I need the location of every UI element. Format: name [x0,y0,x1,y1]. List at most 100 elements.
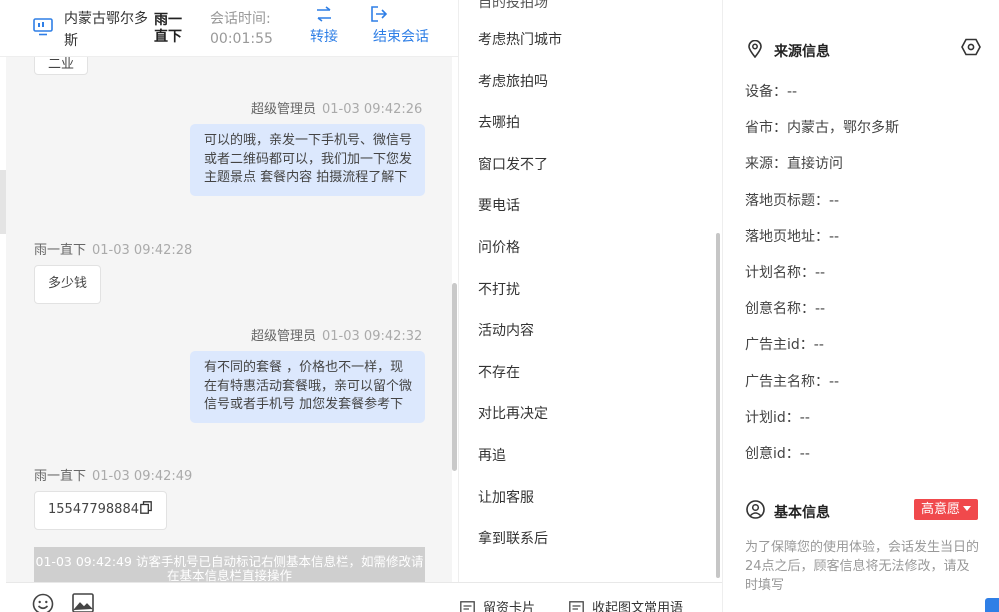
message-meta: 超级管理员 01-03 09:42:32 [251,325,422,344]
session-time: 00:01:55 [210,31,273,47]
settings-icon[interactable] [961,38,981,56]
info-field-value[interactable]: -- [815,265,825,281]
quick-reply-list[interactable]: 自的投拍场 考虑热门城市 考虑旅拍吗去哪拍窗口发不了要电话问价格不打扰活动内容不存… [458,0,722,582]
info-field-label: 设备 [745,84,773,100]
user-circle-icon [746,500,765,519]
info-field-value[interactable]: -- [800,410,810,426]
monitor-icon [33,18,53,36]
info-field-separator: ： [815,192,829,209]
info-field: 设备：-- [745,81,797,101]
input-toolbar: 留资卡片 收起图文常用语 [6,582,722,612]
message-meta: 雨一直下 01-03 09:42:28 [34,239,192,258]
quick-reply-item[interactable]: 考虑旅拍吗 [478,71,548,91]
info-field-label: 广告主名称 [745,373,815,390]
emoji-icon[interactable] [32,593,54,612]
intent-level-dropdown[interactable]: 高意愿 [914,499,979,520]
info-field-label: 广告主id [745,337,800,354]
info-field: 省市：内蒙古，鄂尔多斯 [745,117,899,137]
info-field-separator: ： [815,373,829,390]
session-header: 内蒙古鄂尔多斯 雨一直下 会话时间: 00:01:55 转接 结束会话 [0,0,458,57]
message-time: 01-03 09:42:32 [322,329,423,344]
quick-reply-item[interactable]: 窗口发不了 [478,154,548,174]
phone-number: 15547798884 [48,502,139,517]
info-field-value[interactable]: 直接访问 [787,156,843,172]
info-field-separator: ： [773,120,787,137]
collapse-phrases-button[interactable]: 收起图文常用语 [569,597,683,612]
copy-icon[interactable] [140,501,152,514]
message-sender: 超级管理员 [251,329,317,344]
info-field-separator: ： [801,301,815,318]
message-time: 01-03 09:42:26 [322,102,423,117]
info-field-value[interactable]: -- [829,229,839,245]
quick-reply-item[interactable]: 不存在 [478,362,520,382]
message-bubble-partial: 二业 [34,57,89,75]
exit-icon [371,6,388,22]
message-time: 01-03 09:42:49 [92,469,193,484]
quick-reply-item[interactable]: 不打扰 [478,279,520,299]
info-field-separator: ： [785,409,800,426]
message-sender: 雨一直下 [34,469,87,484]
floating-action-button[interactable] [985,598,999,612]
message-time: 01-03 09:42:28 [92,243,193,258]
info-field-label: 落地页地址 [745,228,815,245]
info-field-value[interactable]: -- [814,337,824,353]
quick-reply-item[interactable]: 再追 [478,445,506,465]
info-field-label: 落地页标题 [745,192,815,209]
info-field-label: 来源 [745,156,773,173]
image-icon[interactable] [72,593,94,612]
info-field: 来源：直接访问 [745,153,843,173]
source-info-title: 来源信息 [774,44,830,60]
message-meta: 超级管理员 01-03 09:42:26 [251,98,422,117]
quick-reply-item[interactable]: 去哪拍 [478,112,520,132]
info-field-value[interactable]: -- [787,84,797,100]
agent-message-bubble: 可以的哦，亲发一下手机号、微信号或者二维码都可以，我们加一下您发主题景点 套餐内… [190,124,425,196]
info-field-label: 创意名称 [745,301,801,318]
info-field: 计划名称：-- [745,262,825,282]
system-notice: 01-03 09:42:49 访客手机号已自动标记右侧基本信息栏，如需修改请在基… [34,547,425,582]
info-field: 落地页地址：-- [745,226,839,246]
quick-reply-item[interactable]: 问价格 [478,237,520,257]
quick-reply-item[interactable]: 自的投拍场 [478,0,548,12]
message-sender: 超级管理员 [251,102,317,117]
info-field-label: 计划名称 [745,265,801,281]
visitor-location: 内蒙古鄂尔多斯 [64,11,148,49]
info-field-value[interactable]: -- [815,301,825,317]
location-pin-icon [748,40,762,58]
quick-reply-item[interactable]: 活动内容 [478,320,534,340]
info-field-value[interactable]: 内蒙古，鄂尔多斯 [787,120,899,136]
info-field-label: 省市 [745,120,773,137]
end-session-label: 结束会话 [373,29,429,45]
info-field-label: 创意id [745,446,786,462]
collapse-phrases-label: 收起图文常用语 [592,601,684,612]
info-field-value[interactable]: -- [800,446,810,462]
info-field-separator: ： [815,228,829,245]
end-session-button[interactable]: 结束会话 [366,6,436,46]
chat-workspace: 内蒙古鄂尔多斯 雨一直下 会话时间: 00:01:55 转接 结束会话 二业 超… [0,0,999,612]
lead-card-button[interactable]: 留资卡片 [460,597,535,612]
transfer-icon [317,6,331,22]
info-field-separator: ： [773,84,787,100]
info-field-separator: ： [785,446,800,462]
info-field-separator: ： [773,156,787,173]
basic-info-title: 基本信息 [774,505,830,521]
visitor-message-bubble: 多少钱 [34,265,102,304]
info-field: 创意名称：-- [745,298,825,318]
visitor-info-panel: 来源信息 设备：-- 省市：内蒙古，鄂尔多斯 来源：直接访问 落地页标题：-- 落地页地… [722,0,999,612]
quick-reply-item[interactable]: 拿到联系后 [478,528,548,548]
info-field: 计划id：-- [745,407,810,427]
agent-message-bubble: 有不同的套餐 ，价格也不一样，现在有特惠活动套餐哦，亲可以留个微信号或者手机号 … [190,351,425,423]
chat-scrollbar[interactable] [452,283,457,471]
info-field-separator: ： [799,337,814,354]
quick-reply-item[interactable]: 考虑热门城市 [478,29,562,49]
caret-down-icon [963,506,972,511]
transfer-label: 转接 [310,29,338,45]
chat-history[interactable]: 二业 超级管理员 01-03 09:42:26 可以的哦，亲发一下手机号、微信号或… [6,57,452,582]
transfer-button[interactable]: 转接 [294,6,354,46]
info-field-value[interactable]: -- [829,193,839,209]
quick-reply-scrollbar[interactable] [716,233,720,578]
session-time-label: 会话时间: [210,11,271,27]
quick-reply-item[interactable]: 让加客服 [478,487,534,507]
quick-reply-item[interactable]: 对比再决定 [478,403,548,423]
info-field-value[interactable]: -- [829,374,839,390]
quick-reply-item[interactable]: 要电话 [478,195,520,215]
